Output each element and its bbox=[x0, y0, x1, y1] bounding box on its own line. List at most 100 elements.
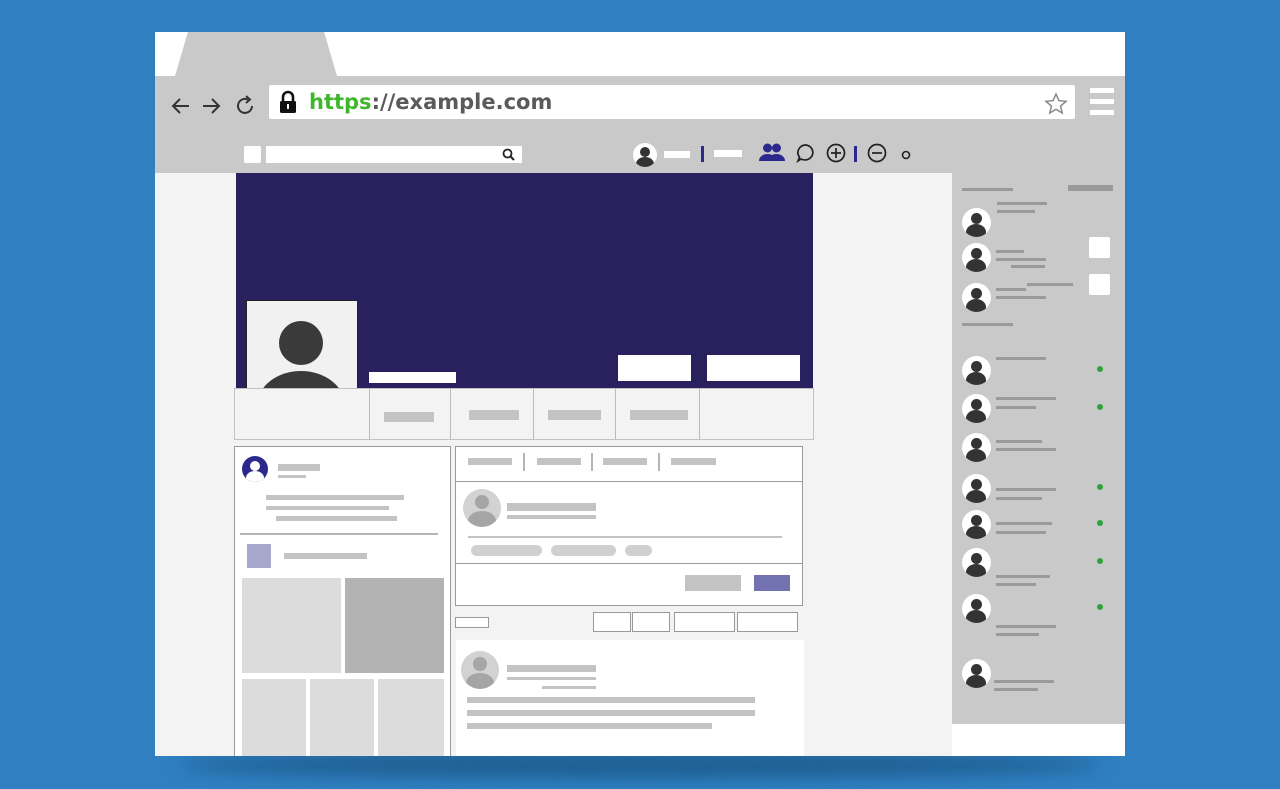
page-name-line bbox=[284, 553, 367, 559]
chat-bubble-icon[interactable] bbox=[796, 143, 816, 163]
plus-circle-icon[interactable] bbox=[826, 143, 846, 163]
photo-thumb[interactable] bbox=[345, 578, 444, 673]
online-status-icon bbox=[1097, 558, 1103, 564]
filter-box[interactable] bbox=[593, 612, 631, 632]
contact-name-line bbox=[996, 531, 1046, 534]
cover-button-2[interactable] bbox=[707, 355, 800, 381]
browser-tab[interactable] bbox=[175, 32, 337, 76]
contact-avatar[interactable] bbox=[962, 394, 991, 423]
post-avatar bbox=[461, 651, 499, 689]
contacts-footer bbox=[952, 724, 1125, 756]
reload-icon[interactable] bbox=[233, 94, 257, 118]
tab-2[interactable] bbox=[450, 388, 534, 439]
contact-avatar[interactable] bbox=[962, 283, 991, 312]
post-text-line bbox=[467, 710, 755, 716]
sidebar-header-line bbox=[962, 188, 1013, 191]
contact-name-line bbox=[996, 296, 1046, 299]
intro-name-line bbox=[278, 464, 320, 471]
toolbar-divider bbox=[701, 146, 704, 162]
friends-icon[interactable] bbox=[759, 142, 785, 164]
toolbar-divider-2 bbox=[854, 146, 857, 162]
filter-left-box[interactable] bbox=[455, 617, 489, 628]
photo-thumb[interactable] bbox=[310, 679, 374, 756]
sidebar-section-line bbox=[962, 323, 1013, 326]
post-meta-line bbox=[542, 686, 596, 689]
contact-name-line bbox=[994, 688, 1038, 691]
star-icon[interactable] bbox=[1044, 92, 1068, 116]
composer-actions bbox=[455, 563, 803, 606]
post-text-line bbox=[467, 723, 712, 729]
contact-name-line bbox=[996, 448, 1056, 451]
site-search-input[interactable] bbox=[266, 146, 522, 163]
composer-post-button[interactable] bbox=[754, 575, 790, 591]
search-icon[interactable] bbox=[502, 148, 515, 161]
composer-chip[interactable] bbox=[471, 545, 542, 556]
contact-name-line bbox=[996, 440, 1042, 443]
online-status-icon bbox=[1097, 404, 1103, 410]
contact-avatar[interactable] bbox=[962, 433, 991, 462]
composer-tab[interactable] bbox=[671, 458, 716, 465]
intro-sub-line bbox=[278, 475, 306, 478]
tab-3[interactable] bbox=[533, 388, 616, 439]
contact-avatar[interactable] bbox=[962, 243, 991, 272]
contact-avatar[interactable] bbox=[962, 208, 991, 237]
intro-text-line bbox=[276, 516, 397, 521]
contact-name-line bbox=[996, 633, 1039, 636]
lock-icon bbox=[280, 90, 296, 113]
contact-avatar[interactable] bbox=[962, 659, 991, 688]
online-status-icon bbox=[1097, 484, 1103, 490]
intro-avatar[interactable] bbox=[242, 456, 268, 482]
dot-icon[interactable] bbox=[901, 150, 911, 160]
composer-tab[interactable] bbox=[603, 458, 647, 465]
contact-avatar[interactable] bbox=[962, 356, 991, 385]
hamburger-menu-icon[interactable] bbox=[1090, 88, 1114, 115]
contact-avatar[interactable] bbox=[962, 474, 991, 503]
contact-name-line bbox=[996, 583, 1036, 586]
tab-1[interactable] bbox=[369, 388, 451, 439]
sidebar-header-line bbox=[1068, 185, 1113, 191]
url-scheme: https bbox=[309, 90, 372, 114]
page-thumbnail[interactable] bbox=[247, 544, 271, 568]
contact-name-line bbox=[996, 575, 1050, 578]
photo-thumb[interactable] bbox=[242, 679, 306, 756]
filter-box[interactable] bbox=[632, 612, 670, 632]
intro-text-line bbox=[266, 506, 389, 510]
sidebar-checkbox[interactable] bbox=[1089, 274, 1110, 295]
composer-chip[interactable] bbox=[551, 545, 616, 556]
sidebar-checkbox[interactable] bbox=[1089, 237, 1110, 258]
filter-box[interactable] bbox=[674, 612, 735, 632]
composer-tab[interactable] bbox=[468, 458, 512, 465]
contact-name-line bbox=[997, 202, 1047, 205]
intro-divider bbox=[240, 533, 438, 535]
arrow-right-icon[interactable] bbox=[199, 94, 223, 118]
contact-name-line bbox=[996, 250, 1024, 253]
composer-chip[interactable] bbox=[625, 545, 652, 556]
site-logo-box[interactable] bbox=[244, 146, 261, 163]
contact-avatar[interactable] bbox=[962, 548, 991, 577]
toolbar-home-placeholder[interactable] bbox=[714, 150, 742, 157]
contact-name-line bbox=[996, 488, 1056, 491]
arrow-left-icon[interactable] bbox=[169, 94, 193, 118]
composer-cancel-button[interactable] bbox=[685, 575, 741, 591]
toolbar-username-placeholder bbox=[664, 151, 690, 158]
filter-box[interactable] bbox=[737, 612, 798, 632]
contact-name-line bbox=[996, 357, 1046, 360]
minus-circle-icon[interactable] bbox=[867, 143, 887, 163]
photo-thumb[interactable] bbox=[242, 578, 341, 673]
composer-input-line[interactable] bbox=[468, 536, 782, 538]
cover-button-1[interactable] bbox=[618, 355, 691, 381]
contact-name-line bbox=[1011, 265, 1045, 268]
contact-name-line bbox=[996, 406, 1036, 409]
online-status-icon bbox=[1097, 520, 1103, 526]
contact-name-line bbox=[994, 680, 1054, 683]
tab-4[interactable] bbox=[615, 388, 700, 439]
contact-name-line bbox=[996, 522, 1052, 525]
contact-avatar[interactable] bbox=[962, 510, 991, 539]
contact-avatar[interactable] bbox=[962, 594, 991, 623]
contact-name-line bbox=[996, 258, 1046, 261]
composer-tab[interactable] bbox=[537, 458, 581, 465]
url-host: ://example.com bbox=[371, 90, 553, 114]
toolbar-avatar[interactable] bbox=[633, 143, 657, 167]
photo-thumb[interactable] bbox=[378, 679, 444, 756]
intro-text-line bbox=[266, 495, 404, 500]
